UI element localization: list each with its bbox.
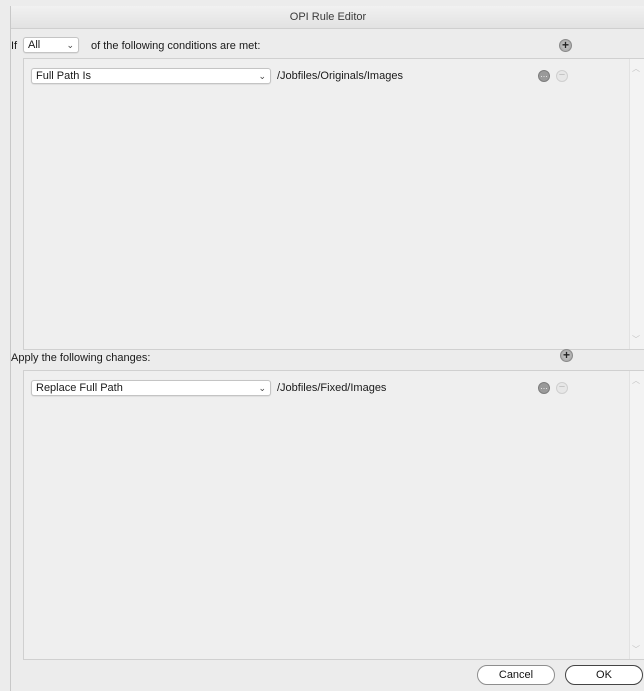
condition-field-select[interactable]: Full Path Is ⌄ xyxy=(31,68,271,84)
conditions-scrollbar[interactable]: ︿ ﹀ xyxy=(629,59,644,349)
change-field-select[interactable]: Replace Full Path ⌄ xyxy=(31,380,271,396)
scroll-up-icon[interactable]: ︿ xyxy=(632,63,640,74)
conditions-suffix-label: of the following conditions are met: xyxy=(91,40,261,52)
plus-circle-icon: + xyxy=(561,38,569,52)
add-condition-button[interactable]: + xyxy=(559,39,572,52)
dialog-footer: Cancel OK xyxy=(11,656,644,686)
cancel-button[interactable]: Cancel xyxy=(477,665,555,685)
rule-editor-window: OPI Rule Editor If All ⌄ of the followin… xyxy=(10,6,644,691)
scroll-up-icon[interactable]: ︿ xyxy=(632,375,640,386)
ok-button[interactable]: OK xyxy=(565,665,643,685)
change-more-button[interactable]: … xyxy=(538,382,550,394)
plus-circle-icon: + xyxy=(562,348,570,362)
condition-value-text[interactable]: /Jobfiles/Originals/Images xyxy=(277,70,403,82)
change-field-value: Replace Full Path xyxy=(36,382,123,394)
ellipsis-circle-icon: … xyxy=(540,382,548,391)
condition-row: Full Path Is ⌄ /Jobfiles/Originals/Image… xyxy=(24,67,624,85)
add-change-button[interactable]: + xyxy=(560,349,573,362)
ellipsis-circle-icon: … xyxy=(540,70,548,79)
change-value-text[interactable]: /Jobfiles/Fixed/Images xyxy=(277,382,386,394)
window-title: OPI Rule Editor xyxy=(11,6,644,29)
remove-condition-button[interactable]: − xyxy=(556,70,568,82)
changes-panel: Replace Full Path ⌄ /Jobfiles/Fixed/Imag… xyxy=(23,370,644,660)
minus-circle-icon: − xyxy=(558,381,566,393)
chevron-down-icon: ⌄ xyxy=(66,40,74,50)
scroll-down-icon[interactable]: ﹀ xyxy=(632,644,640,655)
chevron-down-icon: ⌄ xyxy=(258,383,266,393)
scroll-down-icon[interactable]: ﹀ xyxy=(632,334,640,345)
condition-field-value: Full Path Is xyxy=(36,70,92,82)
minus-circle-icon: − xyxy=(558,69,566,81)
match-mode-select[interactable]: All ⌄ xyxy=(23,37,79,53)
chevron-down-icon: ⌄ xyxy=(258,71,266,81)
condition-more-button[interactable]: … xyxy=(538,70,550,82)
remove-change-button[interactable]: − xyxy=(556,382,568,394)
conditions-header: If All ⌄ of the following conditions are… xyxy=(11,36,644,56)
changes-scrollbar[interactable]: ︿ ﹀ xyxy=(629,371,644,659)
change-row: Replace Full Path ⌄ /Jobfiles/Fixed/Imag… xyxy=(24,379,624,397)
if-label: If xyxy=(11,40,18,52)
changes-header-label: Apply the following changes: xyxy=(11,352,151,364)
conditions-panel: Full Path Is ⌄ /Jobfiles/Originals/Image… xyxy=(23,58,644,350)
match-mode-value: All xyxy=(28,39,41,51)
